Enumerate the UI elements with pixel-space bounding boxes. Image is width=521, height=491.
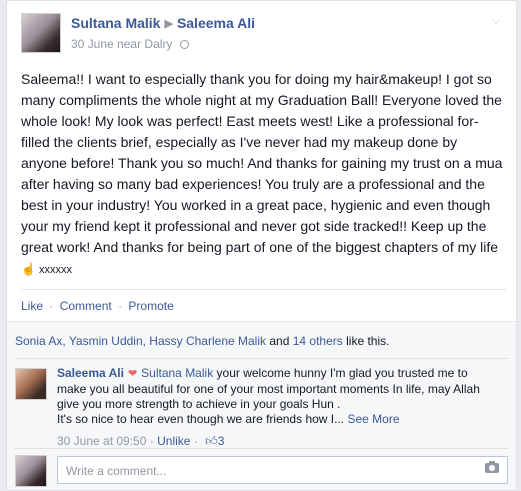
divider (21, 289, 506, 290)
likes-divider (15, 358, 508, 359)
commenter-avatar[interactable] (15, 368, 47, 400)
chevron-down-icon[interactable]: ⌵ (492, 15, 500, 28)
see-more-link[interactable]: See More (347, 412, 399, 426)
location-prefix: near (117, 37, 142, 51)
action-bar: Like · Comment · Promote (21, 299, 174, 313)
comment-divider (15, 448, 508, 449)
feed-story: Sultana Malik ▶ Saleema Ali 30 June near D… (6, 0, 517, 491)
likes-and: and (269, 334, 290, 348)
separator-dot: · (149, 434, 154, 448)
post-date[interactable]: 30 June (71, 37, 114, 51)
unlike-link[interactable]: Unlike (157, 434, 190, 448)
like-link[interactable]: Like (21, 299, 43, 313)
post-message-text: Saleema!! I want to especially thank you… (21, 71, 503, 255)
pointing-up-emoji: ☝ (21, 262, 36, 276)
separator-dot: · (193, 434, 198, 448)
arrow-right-icon: ▶ (164, 18, 173, 30)
author-avatar[interactable] (21, 13, 61, 53)
separator-dot: · (49, 299, 54, 313)
location-link[interactable]: Dalry (144, 37, 172, 51)
likes-sentence: Sonia Ax, Yasmin Uddin, Hassy Charlene M… (15, 334, 389, 348)
likers-names[interactable]: Sonia Ax, Yasmin Uddin, Hassy Charlene M… (15, 334, 266, 348)
post-message: Saleema!! I want to especially thank you… (21, 69, 505, 281)
story-header: Sultana Malik ▶ Saleema Ali 30 June near D… (21, 13, 506, 57)
comment-timestamp[interactable]: 30 June at 09:50 (57, 434, 146, 448)
comment-composer: Write a comment... (15, 454, 508, 488)
post-message-tail: xxxxxx (35, 264, 73, 276)
comment-author-link[interactable]: Saleema Ali (57, 366, 124, 380)
heart-icon: ❤ (127, 368, 138, 380)
comment-link[interactable]: Comment (60, 299, 112, 313)
comment-item: Saleema Ali ❤ Sultana Malik your welcome h… (15, 366, 508, 450)
comment-meta: 30 June at 09:50 · Unlike · 👍︎3 (57, 434, 224, 449)
author-link[interactable]: Sultana Malik (71, 15, 160, 31)
recipient-link[interactable]: Saleema Ali (177, 15, 255, 31)
promote-link[interactable]: Promote (128, 299, 173, 313)
composer-avatar (15, 455, 47, 487)
story-names: Sultana Malik ▶ Saleema Ali (71, 15, 255, 31)
comment-text-2: It's so nice to hear even though we are … (57, 412, 345, 426)
comment-placeholder: Write a comment... (66, 464, 167, 478)
separator-dot: · (118, 299, 123, 313)
ufi-section: Sonia Ax, Yasmin Uddin, Hassy Charlene M… (7, 321, 516, 490)
comment-like-count[interactable]: 3 (218, 434, 225, 448)
likes-suffix: like this. (346, 334, 390, 348)
comment-mention-link[interactable]: Sultana Malik (141, 366, 213, 380)
comment-input[interactable]: Write a comment... (57, 456, 508, 484)
likers-others-link[interactable]: 14 others (293, 334, 343, 348)
globe-icon[interactable] (179, 40, 189, 49)
story-meta: 30 June near Dalry (71, 37, 189, 51)
thumbs-up-icon[interactable]: 👍︎ (205, 434, 218, 448)
comment-body: Saleema Ali ❤ Sultana Malik your welcome h… (57, 366, 497, 427)
camera-icon[interactable] (485, 461, 499, 473)
